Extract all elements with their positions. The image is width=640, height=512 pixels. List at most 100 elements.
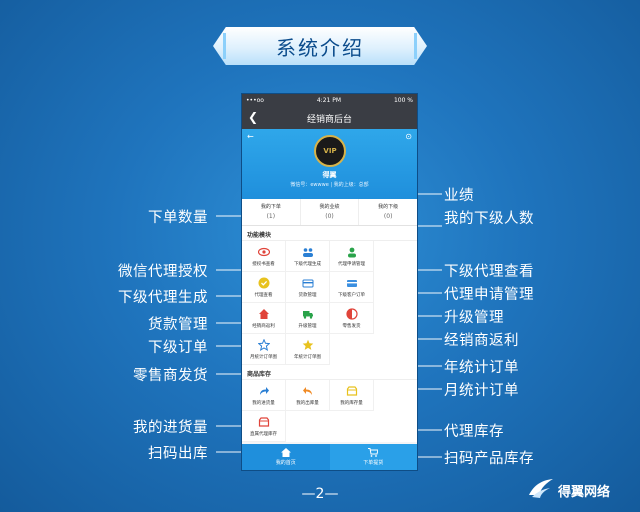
section-stock-title: 商品库存 xyxy=(242,365,417,380)
callout-sub-agent-create: 下级代理生成 xyxy=(118,290,208,306)
callout-retail-shipping: 零售商发货 xyxy=(133,368,208,384)
box-icon xyxy=(346,385,358,397)
stat-value: (1) xyxy=(266,213,276,220)
callout-upgrade: 升级管理 xyxy=(444,310,504,326)
signal-indicator: •••oo xyxy=(246,97,264,104)
feature-label: 年统计订单图 xyxy=(294,354,321,360)
feature-retail-ship[interactable]: 零售发货 xyxy=(330,303,374,334)
user-name: 得翼 xyxy=(322,171,337,179)
feature-label: 零售发货 xyxy=(342,323,361,329)
feature-label: 下级客户订单 xyxy=(338,292,365,298)
slide: 系统介绍 下单数量 微信代理授权 下级代理生成 货款管理 下级订单 零售商发货 … xyxy=(0,0,640,512)
card-icon xyxy=(346,277,358,289)
arrow-left-icon[interactable]: ← xyxy=(247,132,254,141)
stat-value: (0) xyxy=(383,213,393,220)
feature-label: 货款管理 xyxy=(298,292,317,298)
stock-grid: 我的进货量 我的出库量 我的库存量 直属代理库存 xyxy=(242,380,417,442)
feature-sub-orders[interactable]: 下级客户订单 xyxy=(330,272,374,303)
callout-order-count: 下单数量 xyxy=(148,210,208,226)
feature-sub-agent-create[interactable]: 下级代理生成 xyxy=(286,241,330,272)
user-info: 微信号：ewwwe | 我的上级：总部 xyxy=(290,182,369,188)
feature-label: 升级管理 xyxy=(298,323,317,329)
feature-dealer-rebate[interactable]: 经销商返利 xyxy=(242,303,286,334)
stock-my-inventory[interactable]: 我的库存量 xyxy=(330,380,374,411)
box-icon xyxy=(258,416,270,428)
stat-my-performance[interactable]: 我的业绩 (0) xyxy=(301,199,360,225)
stock-label: 我的库存量 xyxy=(340,400,363,406)
features-grid: 授权书查看 下级代理生成 代理申请管理 代理查看 货款管理 下级客户订单 经销商… xyxy=(242,241,417,365)
section-features-title: 功能模块 xyxy=(242,226,417,241)
feature-upgrade-mgmt[interactable]: 升级管理 xyxy=(286,303,330,334)
stat-my-subordinates[interactable]: 我的下级 (0) xyxy=(359,199,417,225)
callout-rebate: 经销商返利 xyxy=(444,333,519,349)
callout-wechat-auth: 微信代理授权 xyxy=(118,264,208,280)
stock-my-outbound[interactable]: 我的出库量 xyxy=(286,380,330,411)
feature-monthly-chart[interactable]: 月统计订单图 xyxy=(242,334,286,365)
wing-logo-icon xyxy=(528,477,554,503)
callout-performance: 业绩 xyxy=(444,188,474,204)
stat-my-orders[interactable]: 我的下单 (1) xyxy=(242,199,301,225)
stock-label: 直属代理库存 xyxy=(250,431,277,437)
profile-header: ← ⊙ VIP 得翼 微信号：ewwwe | 我的上级：总部 xyxy=(242,129,417,199)
callout-scan-out: 扫码出库 xyxy=(148,446,208,462)
share-icon xyxy=(258,385,270,397)
truck-icon xyxy=(302,308,314,320)
feature-auth-view[interactable]: 授权书查看 xyxy=(242,241,286,272)
company-logo: 得翼网络 xyxy=(528,476,628,504)
callout-monthly-orders: 月统计订单 xyxy=(444,383,519,399)
callout-sub-agent-view: 下级代理查看 xyxy=(444,264,534,280)
feature-label: 下级代理生成 xyxy=(294,261,321,267)
callout-agent-stock: 代理库存 xyxy=(444,424,504,440)
nav-bar: ❮ 经销商后台 xyxy=(242,107,417,129)
stat-label: 我的下单 xyxy=(260,204,281,210)
tab-order[interactable]: 下单提货 xyxy=(329,444,417,470)
callout-my-purchase: 我的进货量 xyxy=(133,420,208,436)
star-filled-icon xyxy=(302,339,314,351)
title-banner: 系统介绍 xyxy=(213,27,427,65)
stat-label: 我的业绩 xyxy=(319,204,340,210)
back-icon[interactable]: ❮ xyxy=(248,110,258,124)
stat-value: (0) xyxy=(325,213,334,220)
star-outline-icon xyxy=(257,338,270,351)
home-icon xyxy=(258,308,270,320)
tab-label: 下单提货 xyxy=(363,460,384,466)
reply-icon xyxy=(302,385,314,397)
stock-label: 我的进货量 xyxy=(252,400,275,406)
avatar-badge: VIP xyxy=(323,147,337,155)
stock-direct-agent[interactable]: 直属代理库存 xyxy=(242,411,286,442)
status-time: 4:21 PM xyxy=(316,97,342,104)
feature-label: 月统计订单图 xyxy=(250,354,277,360)
feature-label: 代理申请管理 xyxy=(338,261,365,267)
slide-title: 系统介绍 xyxy=(276,35,364,60)
logo-text: 得翼网络 xyxy=(558,484,611,500)
stock-label: 我的出库量 xyxy=(296,400,319,406)
callout-sub-count: 我的下级人数 xyxy=(444,211,534,227)
stats-row: 我的下单 (1) 我的业绩 (0) 我的下级 (0) xyxy=(242,199,417,226)
feature-label: 授权书查看 xyxy=(252,261,275,267)
check-badge-icon xyxy=(258,277,270,289)
feature-yearly-chart[interactable]: 年统计订单图 xyxy=(286,334,330,365)
group-icon xyxy=(302,246,314,258)
feature-label: 代理查看 xyxy=(254,292,273,298)
avatar: VIP xyxy=(314,135,346,167)
stat-label: 我的下级 xyxy=(378,204,399,210)
callout-payment-mgmt: 货款管理 xyxy=(148,317,208,333)
stock-my-purchase[interactable]: 我的进货量 xyxy=(242,380,286,411)
callout-sub-orders: 下级订单 xyxy=(148,340,208,356)
settings-icon[interactable]: ⊙ xyxy=(405,132,412,141)
status-bar: •••oo 4:21 PM 100 % xyxy=(242,94,417,107)
feature-agent-view[interactable]: 代理查看 xyxy=(242,272,286,303)
phone-screen: •••oo 4:21 PM 100 % ❮ 经销商后台 ← ⊙ VIP 得翼 微… xyxy=(241,93,418,471)
user-add-icon xyxy=(346,246,358,258)
card-icon xyxy=(302,277,314,289)
feature-agent-apply[interactable]: 代理申请管理 xyxy=(330,241,374,272)
tab-bar: 我的首页 下单提货 xyxy=(242,444,417,470)
feature-payment-mgmt[interactable]: 货款管理 xyxy=(286,272,330,303)
tab-label: 我的首页 xyxy=(275,460,296,466)
tab-home[interactable]: 我的首页 xyxy=(242,444,330,470)
battery-indicator: 100 % xyxy=(393,97,413,104)
nav-title: 经销商后台 xyxy=(306,114,352,125)
half-circle-icon xyxy=(345,307,358,320)
callout-yearly-orders: 年统计订单 xyxy=(444,360,519,376)
callout-scan-stock: 扫码产品库存 xyxy=(444,451,534,467)
